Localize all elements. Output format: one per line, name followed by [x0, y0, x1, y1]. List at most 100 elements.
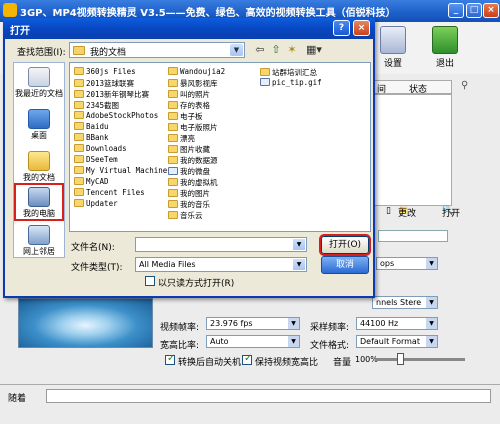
keep-ratio-checkbox[interactable] — [242, 353, 252, 365]
list-item[interactable]: 音乐云 — [168, 210, 203, 221]
list-item[interactable]: MyCAD — [74, 177, 109, 188]
list-item-label: Downloads — [86, 144, 127, 153]
folder-icon — [168, 90, 178, 98]
list-item[interactable]: 2013篮球联赛 — [74, 78, 134, 89]
aspect-select[interactable]: Auto ▼ — [206, 335, 300, 348]
samplerate-select[interactable]: 44100 Hz ▼ — [356, 317, 438, 330]
filetype-value: All Media Files — [139, 260, 196, 269]
list-item[interactable]: Downloads — [74, 144, 127, 155]
exit-icon — [432, 26, 458, 54]
folder-icon — [74, 90, 84, 98]
list-item[interactable]: 我的音乐 — [168, 199, 210, 210]
list-item[interactable]: 站群培训汇总 — [260, 67, 317, 78]
list-item-label: 图片收藏 — [180, 145, 210, 154]
keep-ratio-label: 保持视频宽高比 — [255, 358, 319, 368]
chevron-down-icon: ▼ — [426, 336, 437, 347]
list-item-label: 叫的照片 — [180, 90, 210, 99]
list-item[interactable]: 我的虚拟机 — [168, 177, 218, 188]
list-item[interactable]: AdobeStockPhotos — [74, 111, 158, 122]
list-item[interactable]: Updater — [74, 199, 118, 210]
folder-icon — [74, 144, 84, 152]
mydocs-icon — [28, 151, 50, 171]
place-network[interactable]: 网上邻居 — [14, 223, 64, 267]
framerate-select[interactable]: 23.976 fps ▼ — [206, 317, 300, 330]
list-item[interactable]: 2345截图 — [74, 100, 119, 111]
help-icon[interactable]: ⚲ — [461, 80, 473, 94]
place-mydocs-label: 我的文档 — [23, 173, 55, 182]
channels-select[interactable]: nnels Stere ▼ — [372, 296, 438, 309]
maximize-button[interactable]: □ — [466, 3, 482, 18]
back-icon[interactable]: ⇦ — [253, 43, 267, 57]
list-item[interactable]: DSeeTem — [74, 155, 118, 166]
list-item[interactable]: 存的表格 — [168, 100, 210, 111]
list-item[interactable]: BBank — [74, 133, 109, 144]
folder-icon — [74, 67, 84, 75]
volume-slider-handle[interactable] — [397, 353, 404, 365]
list-item[interactable]: Tencent Files — [74, 188, 145, 199]
task-list[interactable] — [372, 94, 452, 206]
folder-icon — [168, 79, 178, 87]
lookin-value: 我的文档 — [90, 48, 127, 58]
list-item-label: Updater — [86, 199, 118, 208]
bitrate-select[interactable]: ops ▼ — [376, 257, 438, 270]
place-recent[interactable]: 我最近的文档 — [14, 65, 64, 109]
app-logo-icon — [3, 3, 17, 17]
list-item[interactable]: My Virtual Machines — [74, 166, 172, 177]
file-list[interactable]: 360js Files 2013篮球联赛 2013新年钢琴比赛 2345截图 A… — [69, 62, 371, 232]
list-item-label: pic_tip.gif — [272, 78, 322, 87]
folder-icon — [168, 178, 178, 186]
change-label: 更改 — [398, 209, 417, 219]
exit-button[interactable]: 退出 — [428, 26, 462, 69]
readonly-checkbox[interactable] — [145, 276, 155, 286]
list-item[interactable]: Baidu — [74, 122, 109, 133]
list-item[interactable]: 漂亮 — [168, 133, 195, 144]
shutdown-checkbox[interactable] — [165, 353, 175, 365]
minimize-button[interactable]: _ — [448, 3, 464, 18]
dialog-titlebar: 打开 ? × — [3, 18, 375, 39]
lookin-select[interactable]: 我的文档 ▼ — [69, 42, 245, 58]
list-item[interactable]: 叫的照片 — [168, 89, 210, 100]
statusbar: 随着 — [0, 384, 500, 406]
help-button[interactable]: ? — [333, 20, 350, 36]
filetype-select[interactable]: All Media Files ▼ — [135, 257, 307, 272]
list-item-label: Baidu — [86, 122, 109, 131]
folder-icon — [74, 177, 84, 185]
list-item[interactable]: 360js Files — [74, 67, 136, 78]
chevron-down-icon: ▼ — [230, 44, 243, 56]
cancel-button[interactable]: 取消 — [321, 256, 369, 274]
filename-input[interactable]: ▼ — [135, 237, 307, 252]
up-folder-icon[interactable]: ⇧ — [269, 43, 283, 57]
close-app-button[interactable]: × — [483, 3, 499, 18]
list-item-label: 2345截图 — [86, 101, 120, 110]
folder-icon — [73, 46, 85, 55]
list-item-label: MyCAD — [86, 177, 109, 186]
list-item[interactable]: 我的数据源 — [168, 155, 218, 166]
list-item-label: BBank — [86, 133, 109, 142]
format-select[interactable]: Default Format ▼ — [356, 335, 438, 348]
view-menu-icon[interactable]: ▦▾ — [303, 43, 325, 57]
list-item-label: Tencent Files — [86, 188, 145, 197]
preset-select-stub[interactable] — [378, 230, 448, 242]
list-item[interactable]: 我的图片 — [168, 188, 210, 199]
filename-label: 文件名(N): — [71, 243, 115, 253]
list-item[interactable]: 图片收藏 — [168, 144, 210, 155]
list-item[interactable]: 暴风影视库 — [168, 78, 218, 89]
place-mycomputer[interactable]: 我的电脑 — [14, 183, 64, 221]
list-item-label: 我的图片 — [180, 189, 210, 198]
list-item[interactable]: 电子板 — [168, 111, 203, 122]
list-item[interactable]: 2013新年钢琴比赛 — [74, 89, 149, 100]
folder-icon — [168, 67, 178, 75]
open-button[interactable]: 打开(O) — [321, 236, 369, 254]
volume-slider[interactable] — [375, 353, 465, 365]
readonly-label: 以只读方式打开(R) — [158, 279, 235, 289]
list-item[interactable]: Wandoujia2 — [168, 67, 225, 78]
list-item[interactable]: 我的微盘 — [168, 166, 210, 177]
settings-button[interactable]: 设置 — [376, 26, 410, 69]
desktop-icon — [28, 109, 50, 129]
list-item[interactable]: 电子版照片 — [168, 122, 218, 133]
dialog-close-button[interactable]: × — [353, 20, 370, 36]
place-desktop[interactable]: 桌面 — [14, 107, 64, 151]
list-item[interactable]: pic_tip.gif — [260, 78, 322, 89]
status-progress — [46, 389, 491, 403]
new-folder-icon[interactable]: ✶ — [285, 43, 299, 57]
